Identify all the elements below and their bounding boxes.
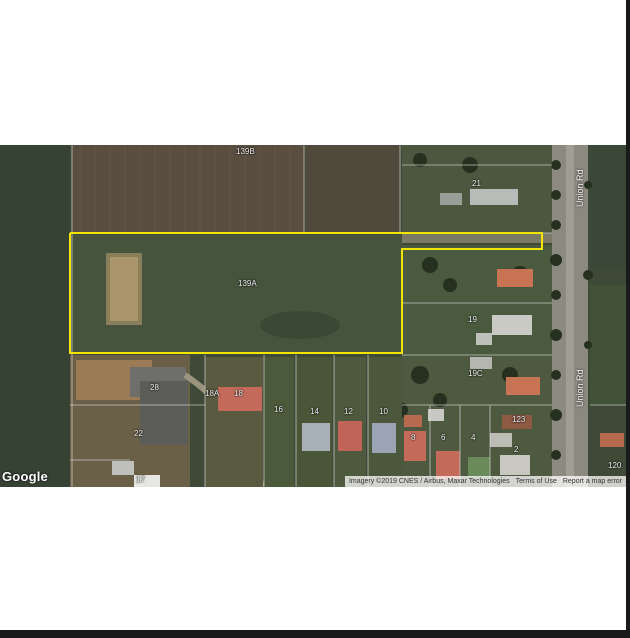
parcel-label-2: 2 — [514, 445, 519, 454]
parcel-label-139b: 139B — [236, 147, 255, 156]
terms-of-use-link[interactable]: Terms of Use — [516, 478, 557, 485]
parcel-label-10: 10 — [379, 407, 388, 416]
map-attribution-bar: Imagery ©2019 CNES / Airbus, Maxar Techn… — [344, 476, 626, 487]
parcel-label-8: 8 — [411, 433, 416, 442]
report-map-error-link[interactable]: Report a map error — [563, 478, 622, 485]
satellite-map[interactable]: 139B 139A 21 19 19C 28 18A 18 16 14 12 1… — [0, 145, 626, 487]
parcel-label-139a: 139A — [238, 279, 257, 288]
page-background: 139B 139A 21 19 19C 28 18A 18 16 14 12 1… — [0, 0, 626, 634]
parcel-label-18a: 18A — [205, 389, 220, 398]
parcel-label-21: 21 — [472, 179, 481, 188]
parcel-label-28: 28 — [150, 383, 159, 392]
parcel-label-12: 12 — [344, 407, 353, 416]
road-label-union-rd-north: Union Rd — [575, 169, 585, 207]
window-bottom-edge — [0, 630, 630, 638]
parcel-label-19: 19 — [468, 315, 477, 324]
parcel-label-14: 14 — [310, 407, 319, 416]
google-logo: Google — [2, 469, 48, 484]
parcel-label-4: 4 — [471, 433, 476, 442]
parcel-label-18: 18 — [234, 389, 243, 398]
parcel-label-6: 6 — [441, 433, 446, 442]
imagery-credit: Imagery ©2019 CNES / Airbus, Maxar Techn… — [348, 478, 510, 485]
road-label-union-rd-south: Union Rd — [575, 369, 585, 407]
parcel-label-16: 16 — [274, 405, 283, 414]
parcel-label-17: 17 — [136, 475, 145, 484]
parcel-label-19c: 19C — [468, 369, 483, 378]
parcel-label-22: 22 — [134, 429, 143, 438]
parcel-label-120: 120 — [608, 461, 622, 470]
satellite-imagery — [0, 145, 626, 487]
parcel-label-123: 123 — [512, 415, 526, 424]
